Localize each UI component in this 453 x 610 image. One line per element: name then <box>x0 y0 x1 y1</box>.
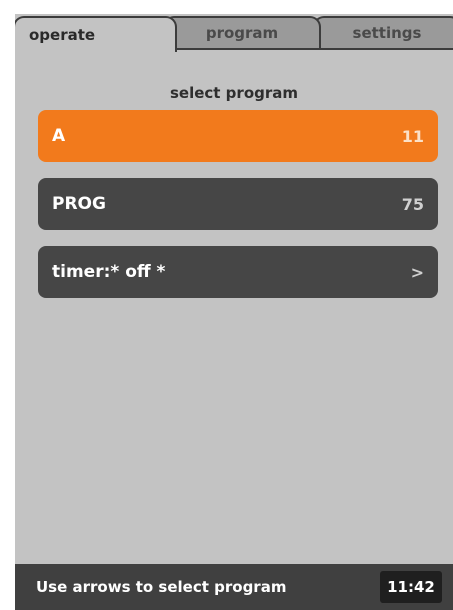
program-item-label: PROG <box>52 194 106 214</box>
timer-item[interactable]: timer:* off * > <box>38 246 438 298</box>
tab-bar: operate program settings <box>15 14 453 52</box>
program-item-value: 11 <box>401 126 424 146</box>
page-title: select program <box>169 84 299 102</box>
clock-display: 11:42 <box>380 571 442 603</box>
tab-operate[interactable]: operate <box>15 16 177 52</box>
status-bar: Use arrows to select program 11:42 <box>15 564 453 610</box>
timer-item-label: timer:* off * <box>52 262 166 282</box>
program-item-value: 75 <box>401 194 424 214</box>
program-item-prog[interactable]: PROG 75 <box>38 178 438 230</box>
program-item-label: A <box>52 126 66 146</box>
chevron-right-icon: > <box>410 262 424 282</box>
program-item-a[interactable]: A 11 <box>38 110 438 162</box>
status-message: Use arrows to select program <box>36 578 287 596</box>
device-screen: operate program settings select program … <box>15 14 453 610</box>
tab-settings[interactable]: settings <box>313 16 453 48</box>
tab-program[interactable]: program <box>163 16 321 48</box>
